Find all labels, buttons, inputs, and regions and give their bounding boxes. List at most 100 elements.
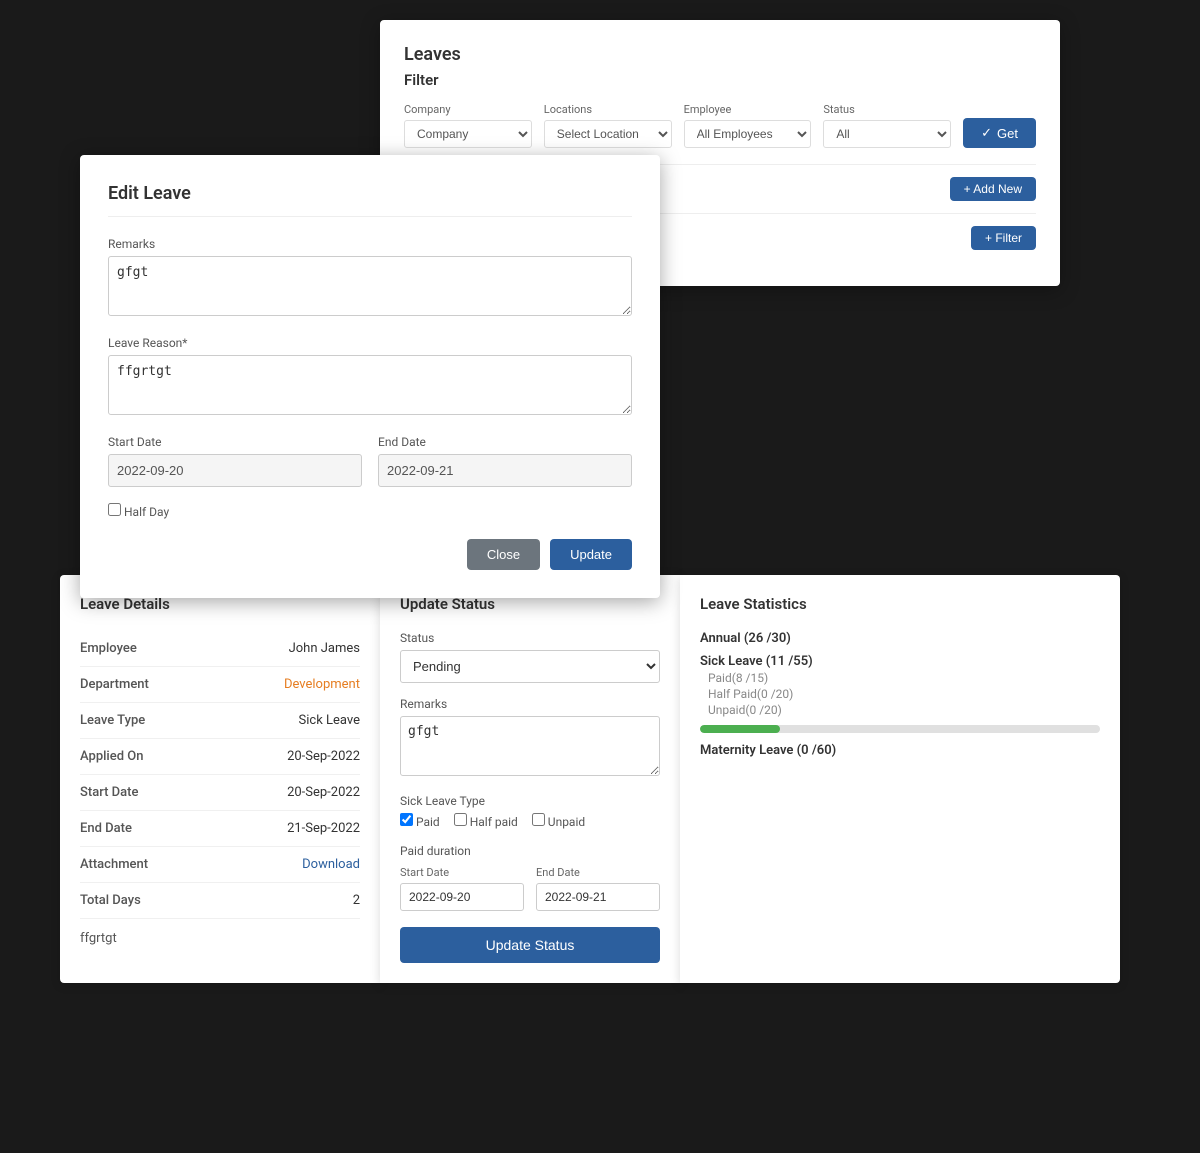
total-days-detail-value: 2 bbox=[353, 893, 360, 908]
applied-on-detail-value: 20-Sep-2022 bbox=[287, 749, 360, 764]
edit-leave-modal: Edit Leave Remarks gfgt Leave Reason* ff… bbox=[80, 155, 660, 598]
leave-details-panel: Leave Details Employee John James Depart… bbox=[60, 575, 380, 983]
status-us-select[interactable]: Pending bbox=[400, 650, 660, 683]
edit-leave-title: Edit Leave bbox=[108, 183, 632, 217]
company-field: Company Company bbox=[404, 103, 532, 148]
locations-field: Locations Select Location bbox=[544, 103, 672, 148]
paid-start-date-field: Start Date bbox=[400, 866, 524, 911]
leave-statistics-panel: Leave Statistics Annual (26 /30) Sick Le… bbox=[680, 575, 1120, 983]
status-field: Status All bbox=[823, 103, 951, 148]
unpaid-checkbox-label[interactable]: Unpaid bbox=[532, 813, 585, 829]
paid-duration-label: Paid duration bbox=[400, 844, 660, 858]
half-day-label[interactable]: Half Day bbox=[108, 503, 632, 519]
add-new-button[interactable]: + Add New bbox=[950, 177, 1036, 201]
applied-on-row: Applied On 20-Sep-2022 bbox=[80, 739, 360, 775]
leave-type-detail-label: Leave Type bbox=[80, 713, 145, 728]
end-date-input[interactable] bbox=[378, 454, 632, 487]
department-detail-label: Department bbox=[80, 677, 149, 692]
paid-end-date-label: End Date bbox=[536, 866, 660, 879]
start-date-group: Start Date bbox=[108, 435, 362, 487]
check-icon: ✓ bbox=[981, 125, 992, 141]
company-label: Company bbox=[404, 103, 532, 116]
unpaid-sub: Unpaid(0 /20) bbox=[700, 703, 1100, 717]
leave-reason-textarea[interactable]: ffgrtgt bbox=[108, 355, 632, 415]
half-day-group: Half Day bbox=[108, 503, 632, 519]
attachment-detail-label: Attachment bbox=[80, 857, 148, 872]
half-paid-sub: Half Paid(0 /20) bbox=[700, 687, 1100, 701]
sick-leave-checkboxes: Paid Half paid Unpaid bbox=[400, 813, 660, 834]
sick-leave-type-group: Sick Leave Type Paid Half paid Unpaid bbox=[400, 794, 660, 834]
filter-title: Filter bbox=[404, 71, 1036, 89]
unpaid-checkbox[interactable] bbox=[532, 813, 545, 826]
status-label: Status bbox=[823, 103, 951, 116]
total-days-detail-label: Total Days bbox=[80, 893, 141, 908]
filter-button[interactable]: + Filter bbox=[971, 226, 1036, 250]
employee-detail-label: Employee bbox=[80, 641, 137, 656]
dates-row: Start Date End Date bbox=[108, 435, 632, 503]
maternity-stat: Maternity Leave (0 /60) bbox=[700, 743, 1100, 758]
locations-label: Locations bbox=[544, 103, 672, 116]
start-date-detail-label: Start Date bbox=[80, 785, 138, 800]
remarks-us-textarea[interactable]: gfgt bbox=[400, 716, 660, 776]
attachment-row: Attachment Download bbox=[80, 847, 360, 883]
sick-leave-stat: Sick Leave (11 /55) Paid(8 /15) Half Pai… bbox=[700, 654, 1100, 717]
end-date-label: End Date bbox=[378, 435, 632, 449]
total-days-row: Total Days 2 bbox=[80, 883, 360, 919]
employee-select[interactable]: All Employees bbox=[684, 120, 812, 148]
paid-duration-group: Paid duration Start Date End Date bbox=[400, 844, 660, 911]
half-day-checkbox[interactable] bbox=[108, 503, 121, 516]
bottom-section: Leave Details Employee John James Depart… bbox=[60, 575, 1120, 983]
employee-row: Employee John James bbox=[80, 631, 360, 667]
half-paid-checkbox[interactable] bbox=[454, 813, 467, 826]
employee-label: Employee bbox=[684, 103, 812, 116]
sick-leave-progress-bar-wrap bbox=[700, 725, 1100, 733]
start-date-label: Start Date bbox=[108, 435, 362, 449]
update-button[interactable]: Update bbox=[550, 539, 632, 570]
applied-on-detail-label: Applied On bbox=[80, 749, 143, 764]
leave-note: ffgrtgt bbox=[80, 931, 360, 946]
half-paid-checkbox-label[interactable]: Half paid bbox=[454, 813, 518, 829]
department-detail-value: Development bbox=[284, 677, 360, 692]
end-date-detail-label: End Date bbox=[80, 821, 132, 836]
status-us-label: Status bbox=[400, 631, 660, 645]
locations-select[interactable]: Select Location bbox=[544, 120, 672, 148]
paid-checkbox-label[interactable]: Paid bbox=[400, 813, 440, 829]
download-link[interactable]: Download bbox=[302, 857, 360, 872]
paid-checkbox[interactable] bbox=[400, 813, 413, 826]
end-date-group: End Date bbox=[378, 435, 632, 487]
end-date-detail-value: 21-Sep-2022 bbox=[287, 821, 360, 836]
annual-stat: Annual (26 /30) bbox=[700, 631, 1100, 646]
employee-field: Employee All Employees bbox=[684, 103, 812, 148]
start-date-detail-value: 20-Sep-2022 bbox=[287, 785, 360, 800]
leave-statistics-title: Leave Statistics bbox=[700, 595, 1100, 613]
annual-label: Annual (26 /30) bbox=[700, 631, 1100, 646]
get-button[interactable]: ✓ Get bbox=[963, 118, 1036, 148]
leave-type-detail-value: Sick Leave bbox=[299, 713, 360, 728]
paid-end-date-input[interactable] bbox=[536, 883, 660, 911]
update-status-panel: Update Status Status Pending Remarks gfg… bbox=[380, 575, 680, 983]
paid-end-date-field: End Date bbox=[536, 866, 660, 911]
remarks-us-label: Remarks bbox=[400, 697, 660, 711]
department-row: Department Development bbox=[80, 667, 360, 703]
company-select[interactable]: Company bbox=[404, 120, 532, 148]
leave-reason-group: Leave Reason* ffgrtgt bbox=[108, 336, 632, 419]
paid-sub: Paid(8 /15) bbox=[700, 671, 1100, 685]
leaves-title: Leaves bbox=[404, 44, 1036, 65]
close-button[interactable]: Close bbox=[467, 539, 540, 570]
start-date-input[interactable] bbox=[108, 454, 362, 487]
end-date-row: End Date 21-Sep-2022 bbox=[80, 811, 360, 847]
paid-duration-dates: Start Date End Date bbox=[400, 866, 660, 911]
leave-reason-label: Leave Reason* bbox=[108, 336, 632, 350]
maternity-label: Maternity Leave (0 /60) bbox=[700, 743, 1100, 758]
start-date-row: Start Date 20-Sep-2022 bbox=[80, 775, 360, 811]
modal-actions: Close Update bbox=[108, 539, 632, 570]
remarks-label: Remarks bbox=[108, 237, 632, 251]
status-us-field: Status Pending bbox=[400, 631, 660, 683]
filter-row: Company Company Locations Select Locatio… bbox=[404, 103, 1036, 148]
status-select[interactable]: All bbox=[823, 120, 951, 148]
update-status-button[interactable]: Update Status bbox=[400, 927, 660, 963]
paid-start-date-label: Start Date bbox=[400, 866, 524, 879]
paid-start-date-input[interactable] bbox=[400, 883, 524, 911]
sick-leave-progress-bar-fill bbox=[700, 725, 780, 733]
remarks-textarea[interactable]: gfgt bbox=[108, 256, 632, 316]
